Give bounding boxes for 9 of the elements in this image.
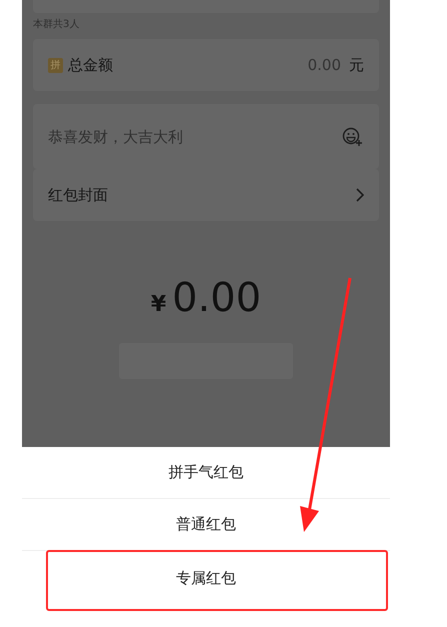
currency-symbol: ¥ xyxy=(150,292,166,317)
type-badge: 拼 xyxy=(48,58,63,72)
currency-unit: 元 xyxy=(349,56,364,74)
emoji-add-icon[interactable] xyxy=(342,126,364,146)
sheet-option[interactable]: 拼手气红包 xyxy=(22,447,390,499)
amount-label: 总金额 xyxy=(68,56,113,74)
chevron-icon xyxy=(356,188,364,202)
cover-label: 红包封面 xyxy=(48,186,108,204)
total-amount: 0.00 xyxy=(172,275,262,321)
